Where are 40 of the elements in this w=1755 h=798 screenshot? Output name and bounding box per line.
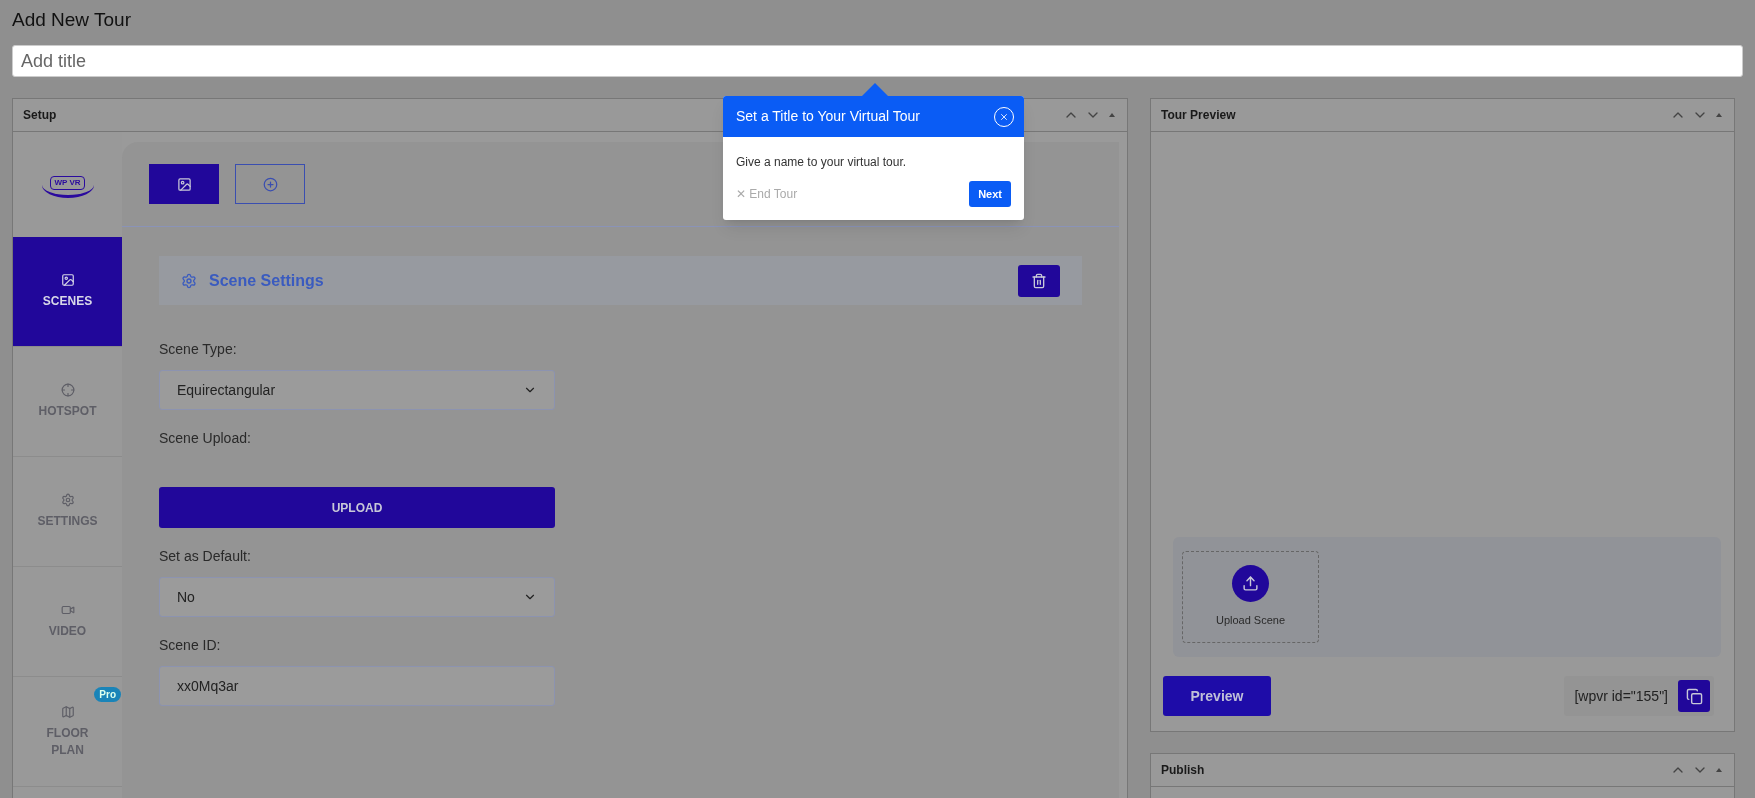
popup-text: Give a name to your virtual tour. — [736, 154, 908, 171]
copy-button[interactable] — [1678, 680, 1710, 712]
trash-icon — [1031, 272, 1047, 289]
next-button[interactable]: Next — [969, 181, 1011, 207]
tab-icon — [60, 493, 75, 507]
pro-badge: Pro — [94, 687, 121, 702]
image-icon — [176, 176, 192, 192]
panel-title: Publish — [1161, 762, 1205, 779]
add-icon — [262, 176, 278, 192]
popup-title: Set a Title to Your Virtual Tour — [736, 107, 920, 126]
title-field[interactable]: Add title — [12, 45, 1743, 77]
field-label: Scene ID: — [159, 636, 222, 655]
select-field[interactable]: Equirectangular — [159, 370, 555, 410]
page-title: Add New Tour — [12, 8, 132, 32]
upload-label: Upload Scene — [1215, 613, 1286, 629]
input-field[interactable]: xx0Mq3ar — [159, 666, 555, 706]
logo-text: WP VR — [50, 176, 85, 190]
section-title: Scene Settings — [209, 270, 324, 291]
tab-icon — [60, 704, 75, 719]
select-field[interactable]: No — [159, 577, 555, 617]
tab-icon — [60, 383, 75, 397]
tab-icon — [60, 273, 75, 287]
upload-icon — [1242, 575, 1259, 593]
field-label: Set as Default: — [159, 547, 252, 566]
tab-icon — [60, 603, 75, 617]
gear-icon — [181, 272, 197, 289]
panel-title: Setup — [23, 107, 57, 124]
delete-button[interactable] — [1018, 264, 1060, 297]
field-label: Scene Upload: — [159, 429, 252, 448]
upload-scene-dropzone[interactable]: Upload Scene — [1182, 551, 1319, 643]
panel-title: Tour Preview — [1161, 107, 1236, 124]
close-icon — [999, 111, 1009, 122]
upload-button[interactable]: UPLOAD — [159, 487, 555, 528]
scene-button[interactable] — [149, 164, 219, 204]
shortcode-text: [wpvr id="155"] — [1574, 686, 1668, 706]
copy-icon — [1685, 687, 1703, 705]
field-label: Scene Type: — [159, 340, 238, 359]
add-scene-button[interactable] — [235, 164, 305, 204]
preview-button[interactable]: Preview — [1163, 676, 1271, 716]
sidebar-tab[interactable]: SCENES — [13, 237, 122, 347]
